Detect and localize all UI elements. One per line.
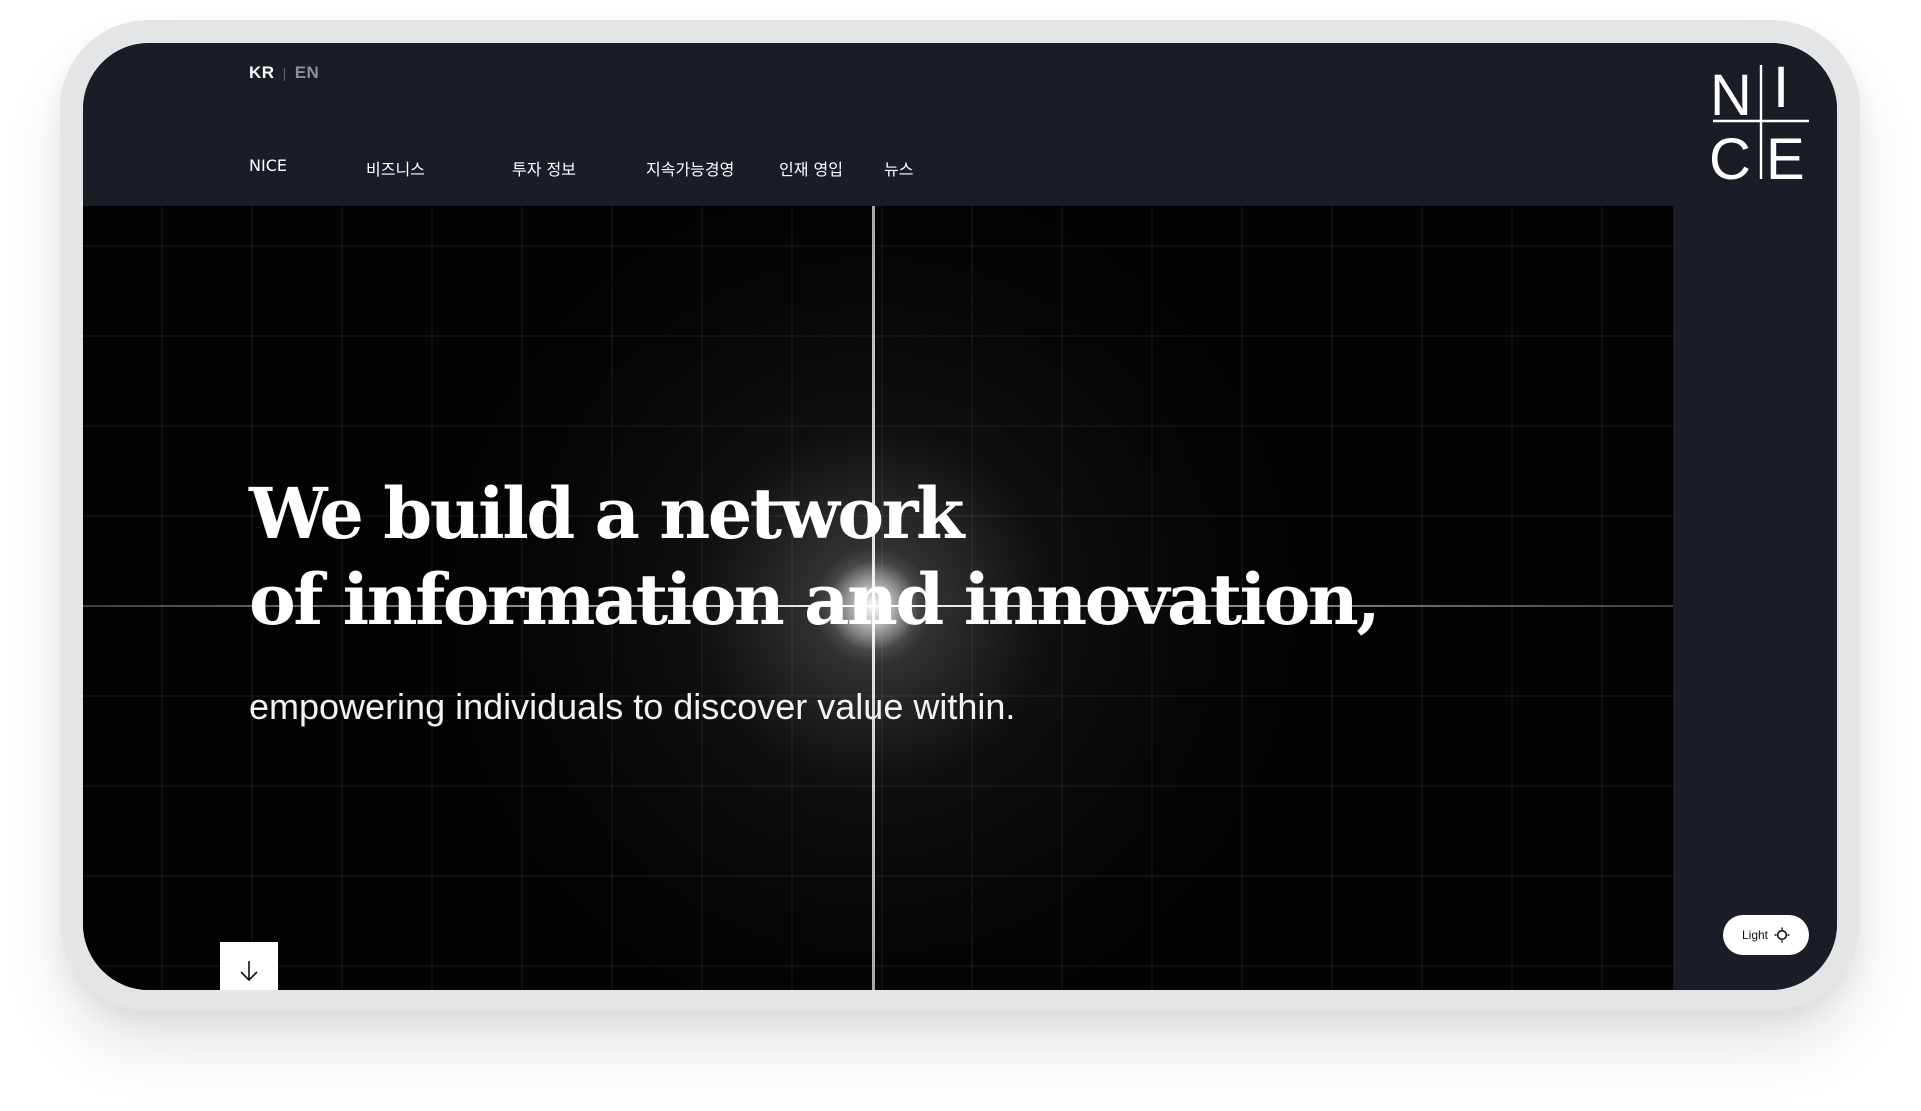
nav-item-business[interactable]: 비즈니스 xyxy=(366,156,425,180)
nav-item-careers[interactable]: 인재 영입 xyxy=(779,156,843,180)
lang-separator: | xyxy=(282,65,287,81)
lang-en-link[interactable]: EN xyxy=(295,63,320,83)
scroll-down-button[interactable] xyxy=(220,942,278,990)
logo-letter-c: C xyxy=(1711,127,1751,181)
nav-item-sustainability[interactable]: 지속가능경영 xyxy=(646,156,734,180)
arrow-down-icon xyxy=(240,961,258,982)
logo-letter-n: N xyxy=(1711,63,1752,128)
hero-headline-line-2: of information and innovation, xyxy=(249,558,1381,641)
top-header: KR | EN NICE 비즈니스 투자 정보 지속가능경영 인재 영입 뉴스 xyxy=(83,43,1673,206)
hero-section: We build a network of information and in… xyxy=(83,206,1673,990)
nav-item-nice[interactable]: NICE xyxy=(249,156,287,175)
hero-headline: We build a network of information and in… xyxy=(249,471,1381,643)
nav-item-news[interactable]: 뉴스 xyxy=(884,156,913,180)
page: KR | EN NICE 비즈니스 투자 정보 지속가능경영 인재 영입 뉴스 xyxy=(0,0,1921,1111)
language-switcher: KR | EN xyxy=(249,63,319,83)
theme-toggle-button[interactable]: Light xyxy=(1723,915,1809,955)
lang-kr-link[interactable]: KR xyxy=(249,63,275,83)
side-panel: N I C E Light xyxy=(1673,43,1837,990)
nice-logo[interactable]: N I C E xyxy=(1711,63,1811,181)
theme-toggle-label: Light xyxy=(1741,928,1769,942)
sun-icon xyxy=(1774,927,1790,943)
logo-letter-i: I xyxy=(1773,63,1789,120)
hero-subline: empowering individuals to discover value… xyxy=(249,686,1016,727)
website-screen: KR | EN NICE 비즈니스 투자 정보 지속가능경영 인재 영입 뉴스 xyxy=(83,43,1837,990)
hero-headline-line-1: We build a network xyxy=(249,472,964,555)
nav-item-investor-info[interactable]: 투자 정보 xyxy=(512,156,576,180)
logo-letter-e: E xyxy=(1766,127,1805,181)
